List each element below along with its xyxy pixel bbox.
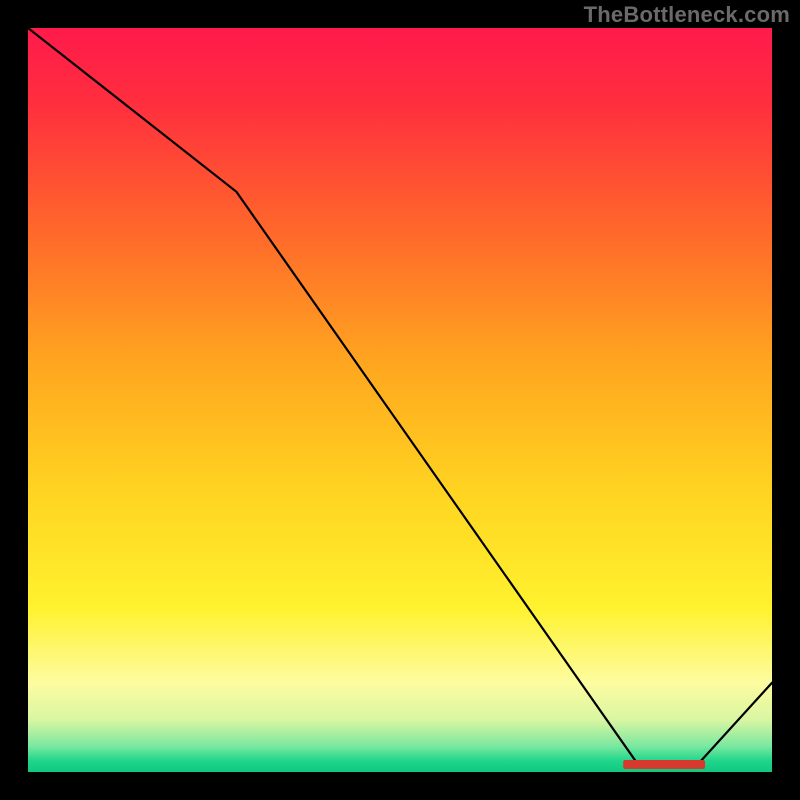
watermark-text: TheBottleneck.com — [584, 2, 790, 28]
bottleneck-chart — [28, 28, 772, 772]
gradient-background — [28, 28, 772, 772]
optimal-range-marker — [623, 760, 705, 769]
plot-inner — [28, 28, 772, 772]
plot-area — [28, 28, 772, 772]
chart-frame: TheBottleneck.com — [0, 0, 800, 800]
